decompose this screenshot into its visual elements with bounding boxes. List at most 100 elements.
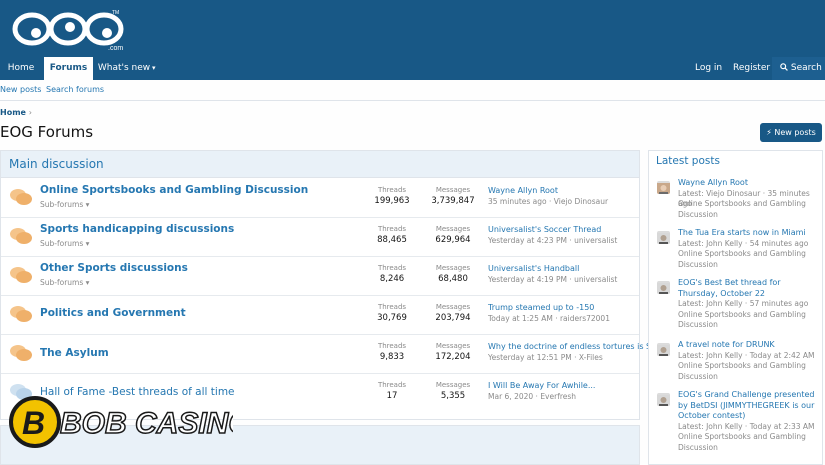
chevron-down-icon[interactable]: ▾ — [152, 57, 156, 80]
forum-row[interactable]: Sports handicapping discussions Sub-foru… — [1, 217, 639, 257]
last-post-title[interactable]: Wayne Allyn Root — [488, 186, 558, 195]
new-posts-button[interactable]: ⚡ New posts — [760, 123, 822, 142]
threads-count: 199,963 — [374, 196, 410, 206]
messages-label: Messages — [435, 264, 471, 272]
svg-text:B: B — [22, 405, 45, 441]
svg-text:TM: TM — [112, 10, 119, 16]
bolt-icon: ⚡ — [766, 128, 772, 137]
forum-title[interactable]: Politics and Government — [40, 307, 186, 319]
avatar[interactable] — [657, 231, 670, 244]
latest-post-meta: Latest: John Kelly · 54 minutes ago — [678, 238, 809, 248]
avatar[interactable] — [657, 393, 670, 406]
chat-bubbles-icon — [10, 228, 32, 244]
forum-row[interactable]: Other Sports discussions Sub-forums ▾ Th… — [1, 256, 639, 296]
page-title: EOG Forums — [0, 123, 94, 141]
threads-label: Threads — [377, 264, 407, 272]
subforums-toggle[interactable]: Sub-forums ▾ — [40, 239, 89, 248]
messages-count: 172,204 — [435, 352, 471, 362]
latest-posts-sidebar: Latest posts Wayne Allyn Root Latest: Vi… — [648, 150, 823, 465]
latest-post-forum[interactable]: Online Sportsbooks and Gambling — [678, 432, 818, 443]
chat-bubbles-icon — [10, 189, 32, 205]
subforums-label: Sub-forums — [40, 239, 84, 248]
login-link[interactable]: Log in — [695, 57, 722, 80]
site-header: .com TM — [0, 0, 825, 57]
last-post-meta: Yesterday at 12:51 PM · X-Files — [488, 353, 603, 362]
latest-post-forum-cont[interactable]: Discussion — [678, 260, 818, 271]
last-post-meta: Yesterday at 4:23 PM · universalist — [488, 236, 618, 245]
latest-post-meta: Latest: John Kelly · Today at 2:42 AM — [678, 350, 815, 360]
last-post-title[interactable]: Universalist's Handball — [488, 264, 579, 273]
messages-label: Messages — [435, 186, 471, 194]
messages-label: Messages — [435, 381, 471, 389]
search-button[interactable]: Search — [772, 57, 825, 80]
subforums-toggle[interactable]: Sub-forums ▾ — [40, 200, 89, 209]
latest-post-title[interactable]: Wayne Allyn Root — [678, 178, 818, 189]
latest-post-forum-cont[interactable]: Discussion — [678, 372, 818, 383]
forum-title[interactable]: Sports handicapping discussions — [40, 223, 234, 235]
threads-count: 9,833 — [379, 352, 405, 362]
forum-row[interactable]: Politics and Government Threads 30,769 M… — [1, 295, 639, 335]
last-post-meta: Mar 6, 2020 · Everfresh — [488, 392, 577, 401]
chevron-down-icon: ▾ — [85, 239, 90, 248]
last-post-meta: 35 minutes ago · Viejo Dinosaur — [488, 197, 609, 206]
threads-count: 88,465 — [377, 235, 407, 245]
chevron-down-icon: ▾ — [85, 278, 90, 287]
subforums-toggle[interactable]: Sub-forums ▾ — [40, 278, 89, 287]
new-posts-label: New posts — [774, 128, 816, 137]
bob-casino-watermark: B BOB CASINO — [9, 396, 233, 448]
subnav-search-forums[interactable]: Search forums — [46, 80, 104, 99]
forum-title[interactable]: Online Sportsbooks and Gambling Discussi… — [40, 184, 308, 196]
latest-posts-header[interactable]: Latest posts — [656, 155, 720, 167]
breadcrumb-home[interactable]: Home — [0, 108, 26, 117]
search-label: Search — [790, 63, 822, 73]
forum-title[interactable]: The Asylum — [40, 347, 109, 359]
latest-post-title[interactable]: EOG's Grand Challenge presented by BetDS… — [678, 390, 818, 422]
chat-bubbles-icon — [10, 267, 32, 283]
last-post-title[interactable]: Trump steamed up to -150 — [488, 303, 594, 312]
nav-whats-new-label: What's new — [97, 63, 151, 73]
forum-title[interactable]: Other Sports discussions — [40, 262, 188, 274]
last-post-title[interactable]: I Will Be Away For Awhile... — [488, 381, 595, 390]
latest-post-forum[interactable]: Online Sportsbooks and Gambling — [678, 361, 818, 372]
svg-text:.com: .com — [108, 45, 123, 52]
latest-post-forum-cont[interactable]: Discussion — [678, 443, 818, 454]
latest-post-forum-cont[interactable]: Discussion — [678, 320, 818, 331]
chat-bubbles-icon — [10, 345, 32, 361]
avatar[interactable] — [657, 281, 670, 294]
nav-forums[interactable]: Forums — [44, 57, 93, 80]
messages-count: 5,355 — [440, 391, 466, 401]
threads-count: 17 — [386, 391, 398, 401]
svg-text:BOB CASINO: BOB CASINO — [60, 407, 233, 440]
nav-home[interactable]: Home — [0, 57, 42, 80]
threads-count: 8,246 — [379, 274, 405, 284]
latest-post-forum-cont[interactable]: Discussion — [678, 210, 818, 221]
forum-row[interactable]: Online Sportsbooks and Gambling Discussi… — [1, 178, 639, 218]
main-navbar: Home Forums What's new ▾ Log in Register… — [0, 57, 825, 80]
subforums-label: Sub-forums — [40, 278, 84, 287]
latest-post-forum[interactable]: Online Sportsbooks and Gambling — [678, 310, 818, 321]
messages-count: 629,964 — [435, 235, 471, 245]
threads-label: Threads — [377, 225, 407, 233]
latest-post-title[interactable]: A travel note for DRUNK — [678, 340, 818, 351]
latest-post-forum[interactable]: Online Sportsbooks and Gambling — [678, 249, 818, 260]
avatar[interactable] — [657, 343, 670, 356]
latest-post-title[interactable]: EOG's Best Bet thread for Thursday, Octo… — [678, 278, 818, 299]
forum-row[interactable]: The Asylum Threads 9,833 Messages 172,20… — [1, 334, 659, 374]
latest-post-forum[interactable]: Online Sportsbooks and Gambling — [678, 199, 818, 210]
latest-post-title[interactable]: The Tua Era starts now in Miami — [678, 228, 818, 239]
last-post-title[interactable]: Universalist's Soccer Thread — [488, 225, 601, 234]
nav-whats-new[interactable]: What's new — [96, 57, 152, 80]
avatar[interactable] — [657, 181, 670, 194]
sub-navbar: New posts Search forums — [0, 80, 825, 101]
threads-label: Threads — [377, 303, 407, 311]
main-discussion-header[interactable]: Main discussion — [1, 151, 639, 178]
subforums-label: Sub-forums — [40, 200, 84, 209]
eog-logo[interactable]: .com TM — [12, 6, 132, 52]
messages-count: 203,794 — [435, 313, 471, 323]
last-post-title[interactable]: Why the doctrine of endless tortures is … — [488, 342, 659, 351]
register-link[interactable]: Register — [733, 57, 770, 80]
main-discussion-block: Main discussion Online Sportsbooks and G… — [0, 150, 659, 420]
messages-label: Messages — [435, 342, 471, 350]
breadcrumb: Home › — [0, 108, 32, 117]
subnav-new-posts[interactable]: New posts — [0, 80, 41, 99]
